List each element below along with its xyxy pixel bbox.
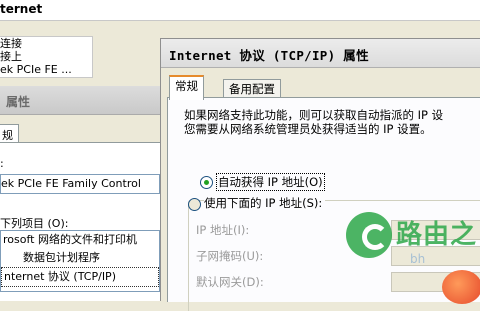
list-item[interactable]: 接上 — [0, 50, 92, 63]
list-item[interactable]: ek PCIe FE ... — [0, 63, 92, 76]
manual-ip-radio-label[interactable]: 使用下面的 IP 地址(S): — [204, 195, 326, 211]
default-gateway-label: 默认网关(D): — [196, 275, 264, 289]
subnet-mask-label: 子网掩码(U): — [196, 249, 264, 263]
background-properties-titlebar: 属性 — [0, 86, 160, 115]
watermark-subtext: bh — [410, 252, 426, 266]
radio-selected-dot — [204, 180, 209, 185]
ip-address-label: IP 地址(I): — [196, 223, 250, 237]
background-connection-list[interactable]: 连接 接上 ek PCIe FE ... — [0, 36, 93, 78]
connect-using-label: : — [0, 157, 4, 170]
tab-alternate-config-label: 备用配置 — [229, 82, 275, 96]
tab-general-label: 常规 — [175, 79, 198, 93]
watermark-logo-icon — [346, 212, 392, 258]
components-list[interactable]: rosoft 网络的文件和打印机 数据包计划程序 nternet 协议 (TCP… — [0, 230, 160, 292]
tab-alternate-config[interactable]: 备用配置 — [223, 79, 281, 98]
description-line-2: 您需要从网络系统管理员处获得适当的 IP 设置。 — [184, 122, 432, 136]
manual-ip-radio[interactable] — [188, 198, 201, 211]
description-line-1: 如果网络支持此功能，则可以获取自动指派的 IP 设 — [184, 108, 444, 122]
background-title-text: ternet — [0, 2, 43, 16]
items-label: 下列项目 (O): — [0, 217, 69, 230]
table-row[interactable]: rosoft 网络的文件和打印机 — [1, 231, 159, 249]
watermark-text: 路由之 — [396, 220, 478, 250]
description-text: 如果网络支持此功能，则可以获取自动指派的 IP 设 您需要从网络系统管理员处获得… — [184, 108, 443, 136]
decorative-orb-icon — [442, 270, 480, 304]
tab-general[interactable]: 常规 — [169, 75, 204, 100]
background-tab-label: 规 — [2, 129, 13, 142]
auto-ip-radio-label[interactable]: 自动获得 IP 地址(O) — [216, 173, 325, 191]
table-row-selected[interactable]: nternet 协议 (TCP/IP) — [1, 267, 159, 287]
table-row[interactable]: 数据包计划程序 — [1, 249, 159, 267]
background-address-bar: ternet — [0, 0, 480, 21]
adapter-name: ek PCIe FE Family Control — [1, 177, 141, 190]
dialog-titlebar[interactable]: Internet 协议 (TCP/IP) 属性 — [161, 39, 480, 68]
background-properties-title: 属性 — [6, 95, 31, 109]
auto-ip-radio[interactable] — [200, 176, 213, 189]
background-tab-general[interactable]: 规 — [0, 124, 19, 143]
dialog-title: Internet 协议 (TCP/IP) 属性 — [169, 48, 369, 63]
list-item[interactable]: 连接 — [0, 37, 92, 50]
adapter-name-field: ek PCIe FE Family Control — [0, 174, 160, 194]
